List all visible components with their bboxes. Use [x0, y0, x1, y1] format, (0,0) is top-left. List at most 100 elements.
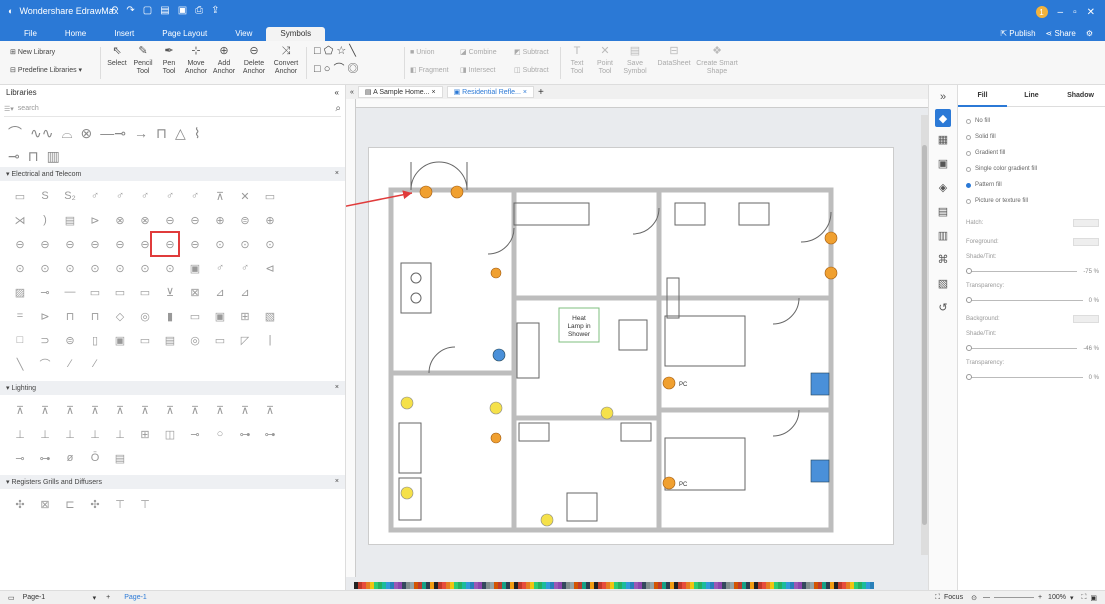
- fill-option-no-fill[interactable]: No fill: [958, 113, 1105, 129]
- hatch-select[interactable]: [1073, 218, 1099, 227]
- tab-page-layout[interactable]: Page Layout: [148, 27, 221, 41]
- color-palette[interactable]: [346, 580, 928, 590]
- maximize-icon[interactable]: ▫: [1073, 7, 1077, 18]
- data-panel-icon[interactable]: ▥: [929, 223, 957, 247]
- shape-icon[interactable]: Ō: [83, 447, 107, 469]
- shade-tint-value[interactable]: -46 %: [1083, 346, 1099, 352]
- fit-panel-icon[interactable]: ⌘: [929, 247, 957, 271]
- shape-icon[interactable]: ⊼: [83, 399, 107, 421]
- zoom-slider[interactable]: [993, 597, 1034, 598]
- shape-icon[interactable]: =: [8, 305, 32, 327]
- shape-icon[interactable]: ): [33, 209, 57, 231]
- shape-icon[interactable]: ⊼: [33, 399, 57, 421]
- tab-file[interactable]: File: [10, 27, 51, 41]
- new-library-button[interactable]: ⊞ New Library: [10, 49, 55, 57]
- history-panel-icon[interactable]: ↺: [929, 295, 957, 319]
- point-tool-button[interactable]: ✕ Point Tool: [594, 46, 616, 76]
- add-page-button[interactable]: +: [106, 594, 110, 601]
- shape-icon[interactable]: ╲: [8, 353, 32, 375]
- slider-knob[interactable]: [966, 297, 972, 303]
- shape-box-icon[interactable]: ⊓: [28, 149, 39, 163]
- shape-icon[interactable]: ⊖: [83, 233, 107, 255]
- shape-icon[interactable]: ⊞: [233, 305, 257, 327]
- text-tool-button[interactable]: T Text Tool: [566, 46, 588, 76]
- redo-icon[interactable]: ↷: [126, 5, 134, 16]
- drawing-page[interactable]: Heat Lamp in Shower PC PC: [368, 147, 894, 545]
- save-symbol-button[interactable]: ▤ Save Symbol: [622, 46, 648, 76]
- style-panel-icon[interactable]: ▦: [929, 127, 957, 151]
- page-selector[interactable]: Page-1: [23, 594, 93, 601]
- shade-tint-slider[interactable]: -75 %: [958, 263, 1105, 280]
- vertical-scrollbar[interactable]: [921, 115, 928, 555]
- slider-knob[interactable]: [966, 345, 972, 351]
- fill-option-solid[interactable]: Solid fill: [958, 129, 1105, 145]
- transparency-slider-2[interactable]: 0 %: [958, 369, 1105, 386]
- tab-fill[interactable]: Fill: [958, 85, 1007, 107]
- shape-icon[interactable]: ø: [58, 447, 82, 469]
- shape-icon[interactable]: ▧: [258, 305, 282, 327]
- datasheet-button[interactable]: ⊟ DataSheet: [656, 46, 692, 68]
- shape-icon[interactable]: S: [33, 185, 57, 207]
- section-registers[interactable]: ▾ Registers Grills and Diffusers ×: [0, 475, 345, 489]
- page-layout-icon[interactable]: ▭: [8, 594, 15, 602]
- shape-icon[interactable]: ⊙: [133, 257, 157, 279]
- background-color-picker[interactable]: [1073, 314, 1099, 323]
- combine-button[interactable]: ◪ Combine: [460, 49, 497, 57]
- export-icon[interactable]: ⇪: [211, 5, 219, 16]
- pen-tool-button[interactable]: ✒ Pen Tool: [158, 46, 180, 76]
- shape-icon[interactable]: ⊙: [108, 257, 132, 279]
- shape-icon[interactable]: ⊖: [183, 233, 207, 255]
- shade-tint-value[interactable]: -75 %: [1083, 269, 1099, 275]
- fill-option-gradient[interactable]: Gradient fill: [958, 145, 1105, 161]
- shape-icon[interactable]: ⊥: [108, 423, 132, 445]
- shape-icon[interactable]: ⊙: [233, 233, 257, 255]
- shape-icon[interactable]: ⊖: [33, 233, 57, 255]
- shape-tools-2[interactable]: □ ○ ⌒ ◎: [314, 64, 359, 75]
- shape-icon[interactable]: ⊙: [158, 257, 182, 279]
- shape-icon[interactable]: ▭: [208, 329, 232, 351]
- shape-icon[interactable]: ⊙: [258, 233, 282, 255]
- shape-icon[interactable]: ⊠: [183, 281, 207, 303]
- add-tab-icon[interactable]: +: [538, 87, 544, 98]
- shape-icon[interactable]: ✣: [83, 493, 107, 515]
- shape-icon[interactable]: ▤: [108, 447, 132, 469]
- shape-icon[interactable]: ⊖: [8, 233, 32, 255]
- shape-zigzag-icon[interactable]: ⌇: [194, 125, 201, 142]
- page-dropdown-icon[interactable]: ▾: [93, 594, 97, 602]
- shape-plug-icon[interactable]: ⊸: [8, 149, 20, 163]
- shape-icon[interactable]: ⊥: [33, 423, 57, 445]
- shape-icon[interactable]: |: [258, 329, 282, 351]
- shape-icon[interactable]: ⊓: [83, 305, 107, 327]
- zoom-dropdown-icon[interactable]: ▾: [1070, 594, 1074, 602]
- shape-icon[interactable]: ⊼: [158, 399, 182, 421]
- publish-button[interactable]: ⇱ Publish: [1000, 29, 1035, 38]
- shape-icon[interactable]: ♂: [208, 257, 232, 279]
- open-icon[interactable]: ▤: [160, 5, 169, 16]
- shape-icon[interactable]: ⊸: [33, 281, 57, 303]
- shape-icon[interactable]: ⊖: [58, 233, 82, 255]
- shape-icon[interactable]: ⊿: [233, 281, 257, 303]
- shape-arc-icon[interactable]: ⌒: [8, 123, 22, 143]
- shape-icon[interactable]: ▣: [208, 305, 232, 327]
- color-swatch[interactable]: [870, 581, 874, 589]
- shape-icon[interactable]: ⊗: [108, 209, 132, 231]
- shape-icon[interactable]: ⊿: [208, 281, 232, 303]
- minimize-icon[interactable]: –: [1058, 7, 1064, 18]
- shape-icon[interactable]: ▨: [8, 281, 32, 303]
- tab-insert[interactable]: Insert: [100, 27, 148, 41]
- shape-icon[interactable]: S₂: [58, 185, 82, 207]
- predefine-libraries-button[interactable]: ⊟ Predefine Libraries ▾: [10, 67, 82, 75]
- shape-icon[interactable]: ⊖: [183, 209, 207, 231]
- shape-curve-icon[interactable]: ⌓: [61, 125, 72, 142]
- fill-option-pattern[interactable]: Pattern fill: [958, 177, 1105, 193]
- shape-icon[interactable]: ⊼: [133, 399, 157, 421]
- shape-icon[interactable]: ⊼: [258, 399, 282, 421]
- shape-icon[interactable]: ⊼: [183, 399, 207, 421]
- shape-icon[interactable]: ∕: [58, 353, 82, 375]
- tab-line[interactable]: Line: [1007, 85, 1056, 107]
- convert-anchor-button[interactable]: ⤨ Convert Anchor: [272, 46, 300, 76]
- slider-knob[interactable]: [966, 374, 972, 380]
- shape-icon[interactable]: ⊕: [258, 209, 282, 231]
- shape-icon[interactable]: ⊖: [158, 209, 182, 231]
- shape-icon[interactable]: ♂: [108, 185, 132, 207]
